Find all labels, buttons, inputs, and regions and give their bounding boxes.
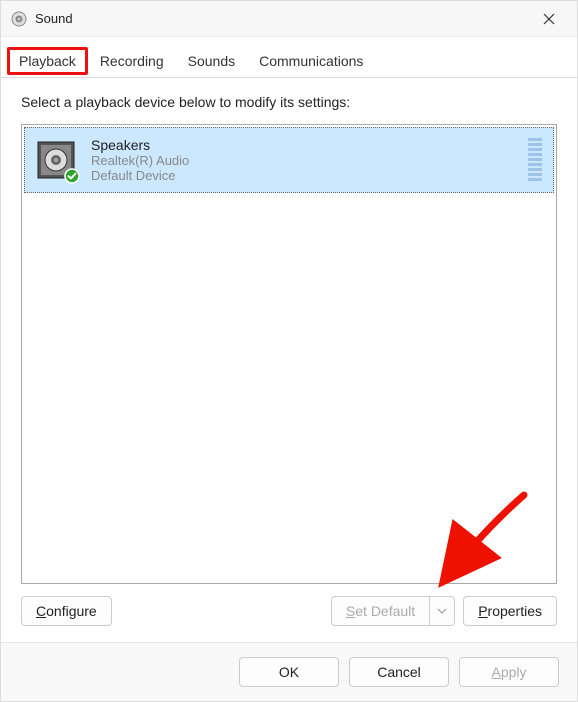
device-status: Default Device [91,168,517,183]
set-default-rest: et Default [355,603,415,619]
ok-label: OK [279,664,299,680]
properties-rest: roperties [488,603,542,619]
tab-playback-label: Playback [19,53,76,69]
device-icon-wrap [35,139,77,181]
tab-sounds-label: Sounds [188,53,235,69]
apply-button[interactable]: Apply [459,657,559,687]
tab-sounds[interactable]: Sounds [176,47,247,77]
tab-communications-label: Communications [259,53,363,69]
level-meter-icon [527,136,543,184]
set-default-button[interactable]: Set Default [331,596,429,626]
sound-dialog: Sound Playback Recording Sounds Communic… [0,0,578,702]
tab-bar: Playback Recording Sounds Communications [1,37,577,78]
configure-mnemonic: C [36,603,46,619]
tab-content: Select a playback device below to modify… [1,78,577,642]
window-title: Sound [35,11,531,26]
ok-button[interactable]: OK [239,657,339,687]
check-icon [64,168,80,184]
set-default-split: Set Default [331,596,455,626]
chevron-down-icon [437,608,447,614]
properties-mnemonic: P [478,603,487,619]
set-default-dropdown[interactable] [429,596,455,626]
device-item-speakers[interactable]: Speakers Realtek(R) Audio Default Device [24,127,554,193]
lower-button-row: Configure Set Default Properties [21,596,557,626]
tab-communications[interactable]: Communications [247,47,375,77]
tab-recording[interactable]: Recording [88,47,176,77]
configure-rest: onfigure [46,603,97,619]
configure-button[interactable]: Configure [21,596,112,626]
apply-mnemonic: A [491,664,500,680]
tab-recording-label: Recording [100,53,164,69]
device-name: Speakers [91,137,517,153]
properties-button[interactable]: Properties [463,596,557,626]
tab-playback[interactable]: Playback [7,47,88,75]
apply-rest: pply [501,664,527,680]
device-text: Speakers Realtek(R) Audio Default Device [91,137,517,183]
set-default-mnemonic: S [346,603,355,619]
cancel-label: Cancel [377,664,421,680]
device-driver: Realtek(R) Audio [91,153,517,168]
cancel-button[interactable]: Cancel [349,657,449,687]
instruction-text: Select a playback device below to modify… [21,94,557,110]
close-icon [543,13,555,25]
close-button[interactable] [531,1,567,37]
sound-icon [11,11,27,27]
device-list[interactable]: Speakers Realtek(R) Audio Default Device [21,124,557,584]
dialog-button-row: OK Cancel Apply [1,642,577,701]
titlebar: Sound [1,1,577,37]
